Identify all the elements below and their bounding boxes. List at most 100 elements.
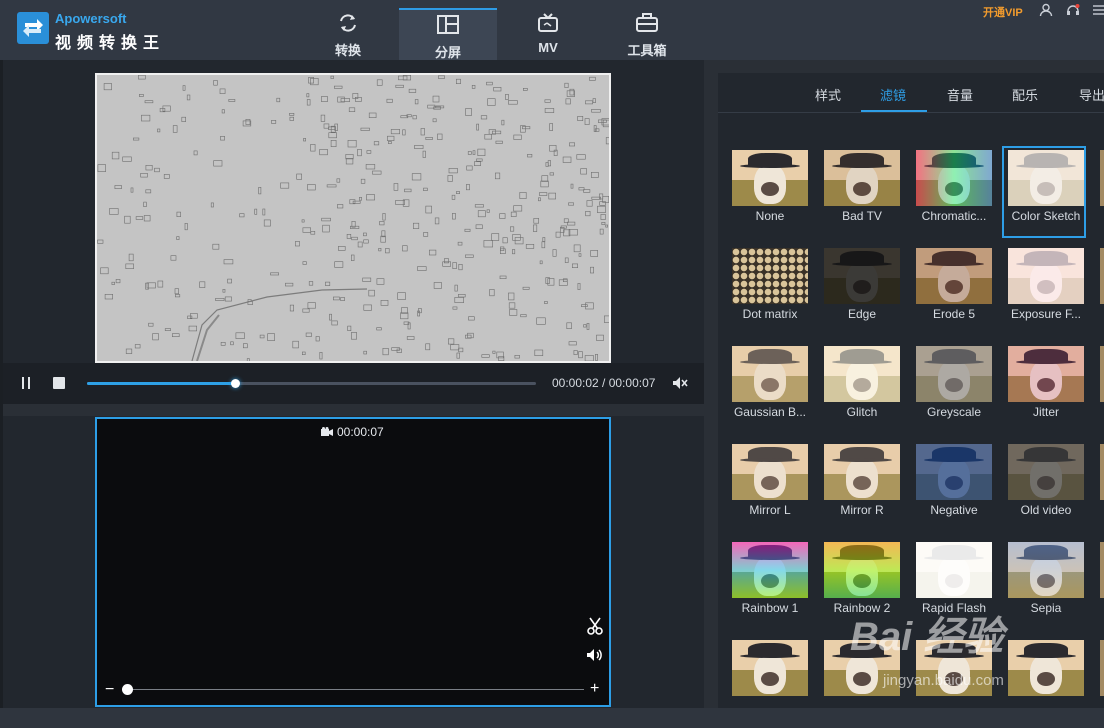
filter-thumbnail (916, 150, 992, 206)
filter-item[interactable]: Jitter (1002, 342, 1086, 434)
filter-label: Glitch (846, 405, 878, 419)
filter-item[interactable]: Mirror R (818, 440, 902, 532)
camera-icon (321, 427, 333, 436)
mute-icon[interactable] (672, 376, 688, 390)
filter-thumbnail (732, 248, 808, 304)
filter-thumbnail-partial[interactable] (1100, 150, 1104, 206)
thumb-filter-overlay (1008, 150, 1084, 206)
filter-item[interactable]: Exposure F... (1002, 244, 1086, 336)
filter-thumbnail (824, 542, 900, 598)
thumb-snout (1037, 672, 1055, 686)
tab-export[interactable]: 导出 (1079, 85, 1104, 104)
thumb-filter-overlay (1008, 542, 1084, 598)
thumb-filter-overlay (824, 444, 900, 500)
zoom-out-button[interactable]: − (105, 682, 117, 698)
filter-label: Old video (1020, 503, 1072, 517)
filter-thumbnail-partial[interactable] (1100, 640, 1104, 696)
filter-item[interactable]: Bad TV (818, 146, 902, 238)
zoom-slider[interactable] (127, 689, 584, 690)
filter-label: Mirror L (749, 503, 791, 517)
filter-thumbnail (1008, 542, 1084, 598)
refresh-icon (340, 14, 356, 32)
filter-thumbnail (732, 150, 808, 206)
status-strip (0, 708, 1104, 728)
split-screen-cell[interactable]: 00:00:07 − + (95, 417, 611, 707)
user-icon[interactable] (1039, 3, 1053, 17)
filter-label: Color Sketch (1011, 209, 1081, 223)
thumb-filter-overlay (1008, 444, 1084, 500)
filter-thumbnail-partial[interactable] (1100, 542, 1104, 598)
thumb-hat-brim (740, 654, 800, 658)
filter-label: Rainbow 1 (741, 601, 799, 615)
app-logo (17, 12, 49, 44)
filter-thumbnail-partial[interactable] (1100, 444, 1104, 500)
pause-icon[interactable] (19, 376, 33, 390)
scissors-icon[interactable] (586, 617, 604, 635)
filter-label: Negative (930, 503, 978, 517)
support-icon[interactable] (1066, 3, 1080, 17)
thumb-filter-overlay (824, 150, 900, 206)
nav-tab-convert[interactable]: 转换 (299, 8, 397, 60)
nav-tab-label: MV (538, 40, 558, 55)
panel-divider (3, 404, 704, 416)
filter-thumbnail (1008, 444, 1084, 500)
thumb-filter-overlay (732, 444, 808, 500)
tab-volume[interactable]: 音量 (947, 85, 973, 104)
zoom-in-button[interactable]: + (590, 681, 602, 697)
thumb-filter-overlay (916, 346, 992, 402)
progress-bar[interactable] (87, 379, 536, 388)
filter-thumbnail (1008, 248, 1084, 304)
active-tab-indicator (861, 110, 927, 112)
filter-item[interactable]: None (726, 146, 810, 238)
filter-item[interactable]: Mirror L (726, 440, 810, 532)
filter-thumbnail (824, 346, 900, 402)
filter-thumbnail (824, 248, 900, 304)
nav-tab-split-screen[interactable]: 分屏 (399, 8, 497, 60)
filter-item[interactable]: Gaussian B... (726, 342, 810, 434)
filter-item[interactable]: Edge (818, 244, 902, 336)
filter-thumbnail (732, 640, 808, 696)
vip-link[interactable]: 开通VIP (983, 4, 1023, 20)
filter-item[interactable]: Color Sketch (1002, 146, 1086, 238)
menu-icon[interactable] (1091, 3, 1104, 17)
zoom-slider-knob[interactable] (122, 684, 133, 695)
filter-label: Exposure F... (1010, 307, 1082, 321)
filter-item[interactable]: Dot matrix (726, 244, 810, 336)
filter-label: Edge (847, 307, 877, 321)
filter-item[interactable]: Greyscale (910, 342, 994, 434)
volume-icon[interactable] (586, 647, 604, 663)
nav-tab-label: 分屏 (434, 45, 461, 60)
tab-music[interactable]: 配乐 (1012, 85, 1038, 104)
nav-tab-label: 转换 (334, 43, 361, 58)
watermark-url: jingyan.baidu.com (883, 672, 1004, 689)
filter-item[interactable]: Erode 5 (910, 244, 994, 336)
filter-item[interactable]: Chromatic... (910, 146, 994, 238)
thumb-filter-overlay (916, 542, 992, 598)
filter-item[interactable]: Negative (910, 440, 994, 532)
thumb-filter-overlay (916, 150, 992, 206)
filter-thumbnail (732, 444, 808, 500)
stop-icon[interactable] (53, 377, 65, 389)
thumb-filter-overlay (732, 542, 808, 598)
thumb-hat-brim (1016, 654, 1076, 658)
thumb-filter-overlay (916, 444, 992, 500)
filter-item[interactable] (726, 636, 810, 708)
tab-style[interactable]: 样式 (815, 85, 841, 104)
filter-item[interactable]: Glitch (818, 342, 902, 434)
nav-tab-mv[interactable]: MV (499, 8, 597, 60)
filter-item[interactable] (1002, 636, 1086, 708)
nav-tab-toolbox[interactable]: 工具箱 (598, 8, 696, 60)
filter-item[interactable]: Sepia (1002, 538, 1086, 630)
filter-thumbnail (916, 248, 992, 304)
filter-item[interactable]: Rainbow 1 (726, 538, 810, 630)
filter-label: Erode 5 (932, 307, 976, 321)
tab-filters[interactable]: 滤镜 (880, 85, 906, 104)
filter-thumbnail-partial[interactable] (1100, 346, 1104, 402)
video-preview (95, 73, 611, 363)
watermark-text: Bai 经验 (850, 615, 1004, 659)
thumb-snout (761, 182, 779, 196)
tv-icon (538, 13, 558, 32)
progress-knob[interactable] (231, 379, 241, 388)
filter-item[interactable]: Old video (1002, 440, 1086, 532)
filter-thumbnail-partial[interactable] (1100, 248, 1104, 304)
